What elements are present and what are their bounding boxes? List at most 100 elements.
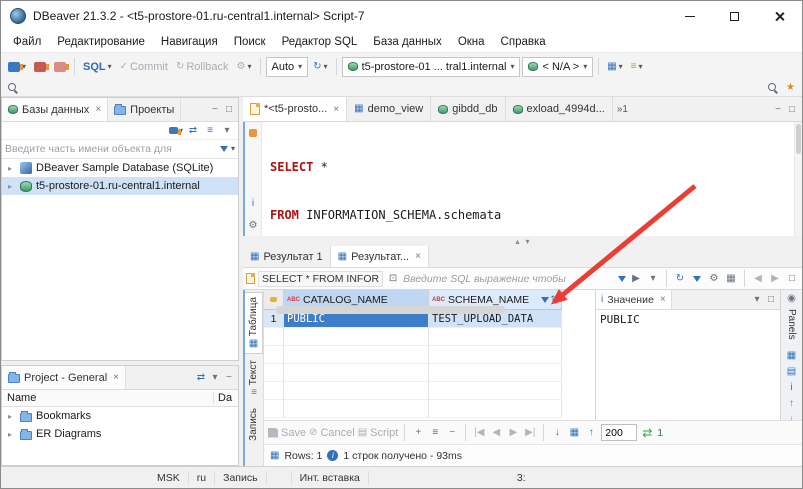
connect-icon[interactable]: ▾ bbox=[169, 124, 183, 138]
close-icon[interactable]: × bbox=[333, 104, 339, 115]
tab-script-7[interactable]: *<t5-prosto...× bbox=[243, 97, 347, 121]
cursor-position[interactable]: 3: bbox=[509, 471, 534, 485]
maximize-button[interactable] bbox=[712, 1, 757, 31]
result-source-label[interactable]: SELECT * FROM INFOR bbox=[258, 271, 383, 287]
panels-toggle-icon[interactable]: ▦ bbox=[724, 272, 738, 286]
run-filter-icon[interactable]: ▶ bbox=[629, 272, 643, 286]
tab-projects[interactable]: Проекты bbox=[108, 98, 181, 121]
schema-selector[interactable]: < N/A >▾ bbox=[522, 57, 593, 77]
tab-demo-view[interactable]: ▦demo_view bbox=[347, 97, 431, 121]
refresh-results-icon[interactable]: ↻ bbox=[673, 272, 687, 286]
expand-icon[interactable]: ▸ bbox=[8, 430, 16, 439]
sash-up-icon[interactable]: ▴ bbox=[515, 237, 519, 246]
tab-overflow-indicator[interactable]: »1 bbox=[613, 104, 632, 115]
collapse-all-icon[interactable]: ≡ bbox=[203, 124, 217, 138]
expand-icon[interactable]: ▸ bbox=[8, 182, 16, 191]
refresh-button[interactable]: ↻▾ bbox=[310, 60, 330, 74]
presentation-grid-tab[interactable]: Таблица▦ bbox=[245, 292, 263, 354]
info-icon[interactable]: i bbox=[246, 196, 260, 210]
connection-selector[interactable]: t5-prostore-01 ... tral1.internal▾ bbox=[342, 57, 521, 77]
expand-icon[interactable]: ▸ bbox=[8, 412, 16, 421]
column-date-header[interactable]: Da bbox=[214, 392, 238, 404]
sql-editor-button[interactable]: SQL▾ bbox=[80, 59, 115, 75]
value-content[interactable]: PUBLIC bbox=[596, 310, 780, 420]
expand-filter-icon[interactable]: ⊡ bbox=[386, 272, 400, 286]
prev-row-icon[interactable]: ◀ bbox=[489, 426, 503, 440]
hscroll-thumb[interactable] bbox=[276, 306, 505, 314]
cancel-button[interactable]: ⊘Cancel bbox=[309, 427, 355, 439]
object-filter-input[interactable] bbox=[5, 143, 217, 155]
menu-edit[interactable]: Редактирование bbox=[49, 36, 153, 48]
grid-settings-icon[interactable]: ⚙ bbox=[707, 272, 721, 286]
tab-result-1[interactable]: ▦Результат 1 bbox=[243, 246, 331, 267]
minimize-button[interactable] bbox=[667, 1, 712, 31]
panel-calc-icon[interactable]: ▤ bbox=[785, 366, 799, 377]
export-icon[interactable]: ↑ bbox=[584, 426, 598, 440]
fetch-next-page-icon[interactable]: ↓ bbox=[550, 426, 564, 440]
tab-result-2[interactable]: ▦Результат...× bbox=[331, 246, 429, 267]
nav-back-icon[interactable]: ◀ bbox=[751, 272, 765, 286]
close-icon[interactable]: × bbox=[95, 104, 101, 115]
duplicate-row-icon[interactable]: ≡ bbox=[428, 426, 442, 440]
invalidate-connection-button[interactable] bbox=[51, 60, 69, 74]
new-connection-button[interactable]: ▾ bbox=[5, 60, 29, 74]
filter-caret-icon[interactable]: ▾ bbox=[231, 145, 235, 153]
sql-line-2[interactable]: FROM INFORMATION_SCHEMA.schemata bbox=[270, 207, 794, 223]
tab-exload[interactable]: exload_4994d... bbox=[506, 97, 613, 121]
apply-filter-icon[interactable] bbox=[618, 276, 626, 282]
sash-down-icon[interactable]: ▾ bbox=[526, 237, 530, 246]
maximize-editor-icon[interactable]: □ bbox=[785, 102, 799, 116]
menu-windows[interactable]: Окна bbox=[450, 36, 493, 48]
add-row-icon[interactable]: + bbox=[411, 426, 425, 440]
favorites-button[interactable]: ★ bbox=[783, 81, 798, 95]
autocommit-select[interactable]: Auto▾ bbox=[266, 57, 309, 77]
menu-search[interactable]: Поиск bbox=[226, 36, 274, 48]
tasks-button[interactable]: ≡▾ bbox=[628, 60, 646, 74]
pin-icon[interactable]: ◉ bbox=[785, 293, 799, 304]
minimize-editor-icon[interactable]: − bbox=[771, 102, 785, 116]
close-icon[interactable]: × bbox=[415, 251, 421, 262]
expand-icon[interactable]: ▸ bbox=[8, 164, 16, 173]
rollback-button[interactable]: ↻Rollback bbox=[173, 59, 232, 75]
menu-database[interactable]: База данных bbox=[365, 36, 450, 48]
fetch-size-input[interactable] bbox=[601, 424, 637, 441]
vscroll-thumb[interactable] bbox=[796, 124, 801, 154]
view-menu-icon[interactable]: ▾ bbox=[208, 371, 222, 385]
editor-settings-icon[interactable]: ⚙ bbox=[246, 218, 260, 232]
timezone-indicator[interactable]: MSK bbox=[149, 471, 189, 485]
filters-settings-icon[interactable] bbox=[690, 272, 704, 286]
panel-up-icon[interactable]: ↑ bbox=[785, 398, 799, 409]
link-with-editor-icon[interactable]: ⇄ bbox=[186, 124, 200, 138]
editor-vscrollbar[interactable] bbox=[794, 122, 802, 236]
quick-search-button[interactable] bbox=[765, 81, 781, 96]
fetch-all-icon[interactable]: ▦ bbox=[567, 426, 581, 440]
menu-help[interactable]: Справка bbox=[493, 36, 554, 48]
menu-sql-editor[interactable]: Редактор SQL bbox=[274, 36, 366, 48]
view-menu-icon[interactable]: ▾ bbox=[220, 124, 234, 138]
presentation-record-tab[interactable]: Запись bbox=[245, 404, 263, 445]
auto-refresh-icon[interactable]: ⇄ bbox=[640, 426, 654, 440]
tab-databases[interactable]: Базы данных× bbox=[2, 98, 108, 121]
save-button[interactable]: Save bbox=[268, 427, 306, 439]
project-item-bookmarks[interactable]: ▸ Bookmarks bbox=[2, 407, 238, 425]
filter-funnel-icon[interactable] bbox=[220, 146, 228, 152]
commit-button[interactable]: ✓Commit bbox=[117, 59, 171, 75]
next-row-icon[interactable]: ▶ bbox=[506, 426, 520, 440]
column-name-header[interactable]: Name bbox=[2, 392, 214, 404]
language-indicator[interactable]: ru bbox=[189, 471, 215, 485]
minimize-view-icon[interactable]: − bbox=[208, 103, 222, 117]
execute-statement-icon[interactable] bbox=[246, 126, 260, 140]
presentation-text-tab[interactable]: Текст≡ bbox=[245, 356, 263, 402]
nav-forward-icon[interactable]: ▶ bbox=[768, 272, 782, 286]
panel-metadata-icon[interactable]: i bbox=[785, 382, 799, 393]
menu-file[interactable]: Файл bbox=[5, 36, 49, 48]
menu-navigation[interactable]: Навигация bbox=[153, 36, 226, 48]
minimize-view-icon[interactable]: − bbox=[222, 371, 236, 385]
editor-results-sash[interactable]: ▴ ▾ bbox=[243, 236, 802, 246]
result-filter-input[interactable] bbox=[403, 273, 615, 285]
sql-line-1[interactable]: SELECT * bbox=[270, 159, 794, 175]
tab-gibdd-db[interactable]: gibdd_db bbox=[431, 97, 505, 121]
link-icon[interactable]: ⇄ bbox=[194, 371, 208, 385]
transaction-mode-button[interactable]: ⚙▾ bbox=[234, 60, 255, 74]
sql-console-button[interactable]: ▦▾ bbox=[604, 60, 625, 74]
